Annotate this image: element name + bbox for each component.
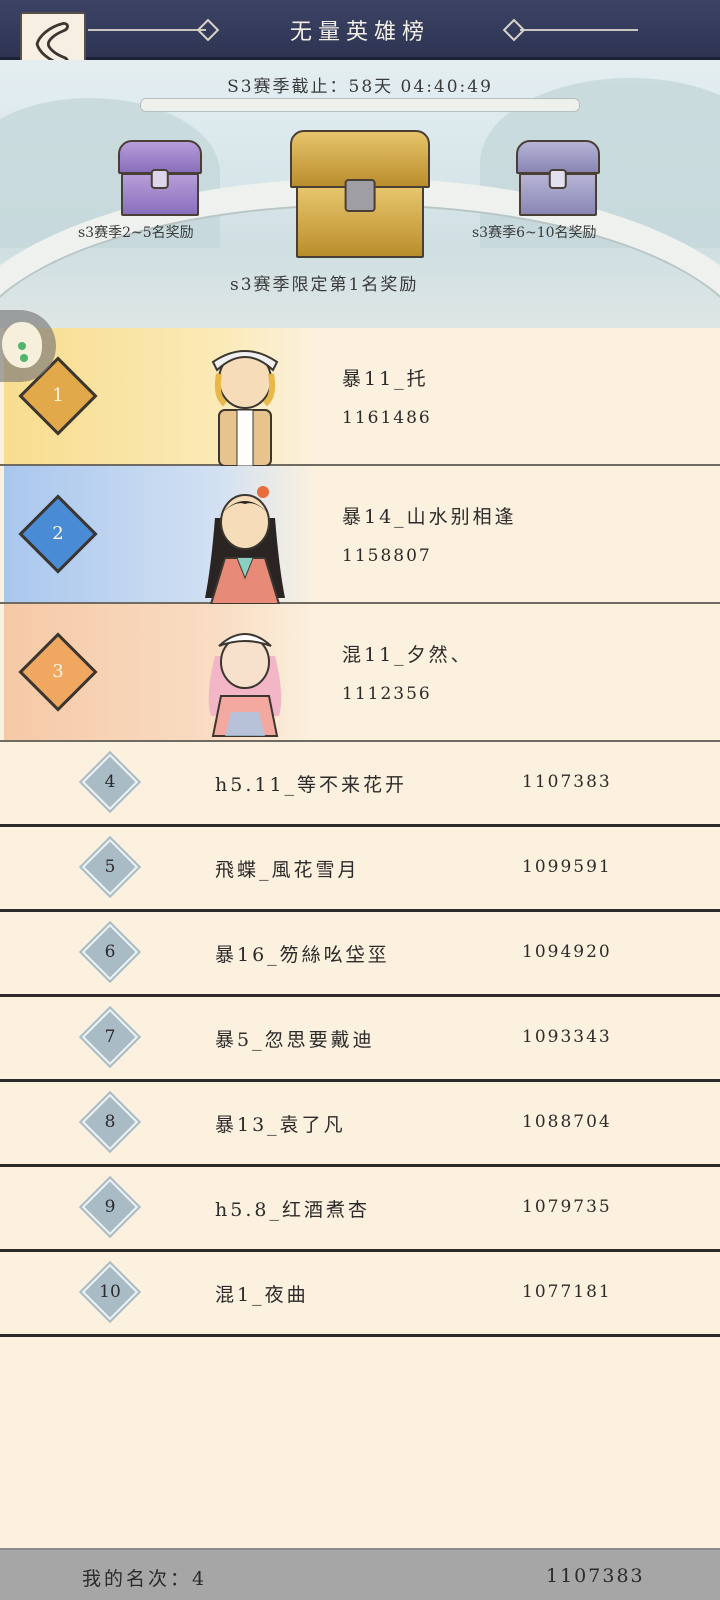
season-reward-banner: S3赛季截止：58天 04:40:49 s3赛季2~5名奖励 s3赛季限定第1名… xyxy=(0,60,720,328)
season-countdown: S3赛季截止：58天 04:40:49 xyxy=(227,77,493,97)
player-name: 暴5_忽思要戴迪 xyxy=(215,1029,375,1051)
lock-icon xyxy=(344,178,376,212)
lock-icon xyxy=(150,168,170,189)
player-name: 暴11_托 xyxy=(342,368,429,390)
player-name: 暴13_袁了凡 xyxy=(215,1114,346,1136)
title-bar: 无量英雄榜 xyxy=(0,0,720,60)
rank-badge: 4 xyxy=(81,753,139,811)
my-rank-label: 我的名次：4 xyxy=(82,1568,208,1590)
rank-row-5[interactable]: 5 飛蝶_風花雪月 1099591 xyxy=(0,827,720,912)
top-rank-row-3[interactable]: 3 混11_夕然、 1112356 xyxy=(0,604,720,742)
my-score: 1107383 xyxy=(546,1565,645,1587)
rank-badge: 5 xyxy=(81,838,139,896)
player-name: h5.8_红酒煮杏 xyxy=(215,1199,370,1221)
reward-label-6-10: s3赛季6~10名奖励 xyxy=(472,225,597,241)
rank-row-4[interactable]: 4 h5.11_等不来花开 1107383 xyxy=(0,742,720,827)
top-rank-row-2[interactable]: 2 暴14_山水别相逢 1158807 xyxy=(0,466,720,605)
player-avatar xyxy=(185,616,305,742)
my-rank-bar: 我的名次：4 1107383 xyxy=(0,1548,720,1600)
rank-row-6[interactable]: 6 暴16_笏絲吆垈坙 1094920 xyxy=(0,912,720,997)
player-score: 1161486 xyxy=(342,408,432,428)
rank-row-9[interactable]: 9 h5.8_红酒煮杏 1079735 xyxy=(0,1167,720,1252)
rank-row-8[interactable]: 8 暴13_袁了凡 1088704 xyxy=(0,1082,720,1167)
ranking-list[interactable]: 1 暴11_托 1161486 2 暴14_山水别相逢 1158807 3 混1… xyxy=(0,328,720,1546)
player-score: 1107383 xyxy=(522,772,612,792)
rank-badge: 10 xyxy=(81,1263,139,1321)
player-avatar xyxy=(185,340,305,467)
player-score: 1088704 xyxy=(522,1112,612,1132)
player-score: 1158807 xyxy=(342,546,432,566)
rank-badge: 7 xyxy=(81,1008,139,1066)
rank-row-7[interactable]: 7 暴5_忽思要戴迪 1093343 xyxy=(0,997,720,1082)
stone-beam xyxy=(140,98,580,112)
player-name: 暴14_山水别相逢 xyxy=(342,506,517,528)
top-rank-row-1[interactable]: 1 暴11_托 1161486 xyxy=(0,328,720,467)
player-name: 暴16_笏絲吆垈坙 xyxy=(215,944,390,966)
reward-chest-2-5[interactable] xyxy=(118,140,202,216)
player-name: 混11_夕然、 xyxy=(342,644,473,666)
reward-chest-first[interactable] xyxy=(290,130,430,258)
player-name: 混1_夜曲 xyxy=(215,1284,309,1306)
palette-icon xyxy=(2,322,42,368)
reward-label-2-5: s3赛季2~5名奖励 xyxy=(78,225,194,241)
rank-badge: 6 xyxy=(81,923,139,981)
player-avatar xyxy=(185,478,305,605)
player-name: h5.11_等不来花开 xyxy=(215,774,408,796)
rank-badge: 8 xyxy=(81,1093,139,1151)
player-name: 飛蝶_風花雪月 xyxy=(215,859,360,881)
player-score: 1099591 xyxy=(522,857,612,877)
player-score: 1112356 xyxy=(342,684,432,704)
player-score: 1079735 xyxy=(522,1197,612,1217)
player-score: 1093343 xyxy=(522,1027,612,1047)
lock-icon xyxy=(548,168,568,189)
rank-badge: 9 xyxy=(81,1178,139,1236)
page-title: 无量英雄榜 xyxy=(289,20,430,45)
reward-label-first: s3赛季限定第1名奖励 xyxy=(230,275,419,295)
rank-row-10[interactable]: 10 混1_夜曲 1077181 xyxy=(0,1252,720,1337)
reward-chest-6-10[interactable] xyxy=(516,140,600,216)
player-score: 1077181 xyxy=(522,1282,612,1302)
player-score: 1094920 xyxy=(522,942,612,962)
